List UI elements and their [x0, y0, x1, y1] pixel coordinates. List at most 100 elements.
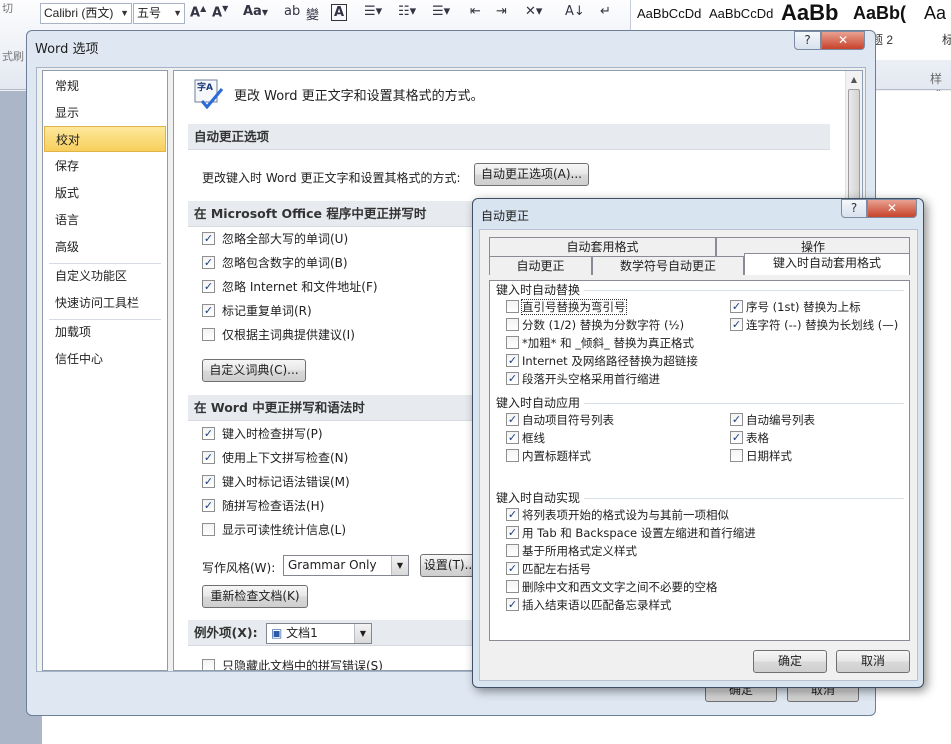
change-case-icon[interactable]: Aa▼ [243, 4, 268, 19]
option-checkbox-row[interactable]: 日期样式 [730, 448, 792, 466]
option-checkbox-row[interactable]: 基于所用格式定义样式 [506, 543, 637, 561]
option-checkbox-row[interactable]: *加粗* 和 _倾斜_ 替换为真正格式 [506, 335, 694, 353]
option-checkbox-row[interactable]: ✓ 插入结束语以匹配备忘录样式 [506, 597, 672, 615]
checked-checkbox[interactable]: ✓ [202, 475, 215, 488]
unchecked-checkbox[interactable] [202, 523, 215, 536]
checked-checkbox[interactable]: ✓ [202, 280, 215, 293]
checkbox-box[interactable] [202, 659, 215, 670]
unchecked-checkbox[interactable] [506, 449, 519, 462]
nav-item-trust-center[interactable]: 信任中心 [44, 346, 166, 372]
pinyin-icon[interactable]: ab [284, 4, 300, 19]
unchecked-checkbox[interactable] [506, 318, 519, 331]
option-checkbox-row[interactable]: 分数 (1/2) 替换为分数字符 (½) [506, 317, 684, 335]
style-title[interactable]: Aa [924, 3, 951, 24]
checked-checkbox[interactable]: ✓ [202, 232, 215, 245]
cancel-button[interactable]: 取消 [836, 650, 910, 673]
nav-item-save[interactable]: 保存 [44, 153, 166, 179]
sort-icon[interactable]: A↓ [565, 4, 585, 19]
option-checkbox-row[interactable]: ✓ 用 Tab 和 Backspace 设置左缩进和首行缩进 [506, 525, 756, 543]
clear-format-icon[interactable]: 變 [306, 4, 319, 23]
option-checkbox-row[interactable]: ✓ 随拼写检查语法(H) [202, 497, 324, 515]
unchecked-checkbox[interactable] [506, 580, 519, 593]
numbering-icon[interactable]: ☷▾ [398, 4, 416, 19]
ok-button[interactable]: 确定 [753, 650, 827, 673]
chevron-down-icon[interactable]: ▼ [173, 4, 182, 23]
option-checkbox-row[interactable]: ✓ 连字符 (--) 替换为长划线 (—) [730, 317, 898, 335]
shrink-font-icon[interactable]: A▼ [212, 4, 228, 20]
style-heading-2[interactable]: AaBb( [853, 3, 913, 24]
checked-checkbox[interactable]: ✓ [202, 304, 215, 317]
chinese-layout-icon[interactable]: ✕▾ [525, 4, 542, 19]
checked-checkbox[interactable]: ✓ [202, 499, 215, 512]
nav-item-addins[interactable]: 加载项 [44, 319, 166, 345]
unchecked-checkbox[interactable] [506, 544, 519, 557]
style-heading-1[interactable]: AaBb [781, 0, 841, 26]
style-no-spacing[interactable]: AaBbCcDd [709, 6, 773, 21]
unchecked-checkbox[interactable] [730, 449, 743, 462]
checked-checkbox[interactable]: ✓ [202, 256, 215, 269]
option-checkbox-row[interactable]: ✓ 忽略包含数字的单词(B) [202, 254, 348, 272]
option-checkbox-row[interactable]: ✓ 自动编号列表 [730, 412, 815, 430]
option-checkbox-row[interactable]: ✓ 忽略全部大写的单词(U) [202, 230, 348, 248]
nav-item-quick-access[interactable]: 快速访问工具栏 [44, 290, 166, 316]
checked-checkbox[interactable]: ✓ [202, 451, 215, 464]
settings-button[interactable]: 设置(T)... [420, 554, 480, 577]
option-checkbox-row[interactable]: ✓ 段落开头空格采用首行缩进 [506, 371, 660, 389]
checked-checkbox[interactable]: ✓ [506, 562, 519, 575]
show-marks-icon[interactable]: ↵ [600, 4, 611, 19]
option-checkbox-row[interactable]: ✓ 自动项目符号列表 [506, 412, 614, 430]
checked-checkbox[interactable]: ✓ [730, 318, 743, 331]
help-button[interactable]: ? [794, 31, 821, 50]
option-checkbox-row[interactable]: ✓ Internet 及网络路径替换为超链接 [506, 353, 698, 371]
option-checkbox-row[interactable]: 仅根据主词典提供建议(I) [202, 326, 355, 344]
option-checkbox-row[interactable]: 直引号替换为弯引号 [506, 299, 627, 317]
checked-checkbox[interactable]: ✓ [506, 526, 519, 539]
bullets-icon[interactable]: ☰▾ [364, 4, 382, 19]
unchecked-checkbox[interactable] [506, 336, 519, 349]
chevron-down-icon[interactable]: ▼ [391, 556, 408, 575]
close-button[interactable]: ✕ [867, 199, 917, 218]
checked-checkbox[interactable]: ✓ [506, 508, 519, 521]
writing-style-select[interactable]: Grammar Only ▼ [283, 555, 409, 576]
checked-checkbox[interactable]: ✓ [506, 354, 519, 367]
scroll-up-icon[interactable]: ▲ [846, 71, 862, 88]
format-painter-label[interactable]: 式刷 [2, 48, 24, 64]
multilevel-list-icon[interactable]: ☰▾ [432, 4, 450, 19]
nav-item-customize-ribbon[interactable]: 自定义功能区 [44, 263, 166, 289]
custom-dictionaries-button[interactable]: 自定义词典(C)... [202, 359, 306, 382]
option-checkbox-row[interactable]: 内置标题样式 [506, 448, 591, 466]
checked-checkbox[interactable]: ✓ [730, 413, 743, 426]
tab-autoformat-as-you-type[interactable]: 键入时自动套用格式 [744, 253, 910, 275]
nav-item-advanced[interactable]: 高级 [44, 234, 166, 260]
checked-checkbox[interactable]: ✓ [730, 431, 743, 444]
option-checkbox-row[interactable]: ✓ 表格 [730, 430, 769, 448]
option-checkbox-row[interactable]: ✓ 标记重复单词(R) [202, 302, 312, 320]
option-checkbox-row[interactable]: ✓ 忽略 Internet 和文件地址(F) [202, 278, 378, 296]
checked-checkbox[interactable]: ✓ [202, 427, 215, 440]
style-normal[interactable]: AaBbCcDd [637, 6, 701, 21]
chevron-down-icon[interactable]: ▼ [120, 4, 129, 23]
recheck-document-button[interactable]: 重新检查文档(K) [202, 585, 308, 608]
increase-indent-icon[interactable]: ⇥ [496, 4, 507, 19]
option-checkbox-row[interactable]: ✓ 匹配左右括号 [506, 561, 591, 579]
exceptions-select[interactable]: ▣ 文档1 ▼ [266, 623, 372, 644]
tab-autoformat[interactable]: 自动套用格式 [489, 237, 716, 256]
help-button[interactable]: ? [841, 199, 867, 218]
option-checkbox-row[interactable]: ✓ 框线 [506, 430, 545, 448]
tab-math-autocorrect[interactable]: 数学符号自动更正 [592, 256, 744, 275]
checked-checkbox[interactable]: ✓ [506, 372, 519, 385]
char-border-icon[interactable]: A [331, 4, 348, 21]
decrease-indent-icon[interactable]: ⇤ [470, 4, 481, 19]
option-checkbox-row[interactable]: ✓ 键入时标记语法错误(M) [202, 473, 350, 491]
autocorrect-options-button[interactable]: 自动更正选项(A)... [474, 163, 589, 186]
font-size-combo[interactable]: 五号 ▼ [133, 3, 185, 24]
nav-item-general[interactable]: 常规 [44, 73, 166, 99]
nav-item-proofing[interactable]: 校对 [44, 126, 166, 152]
nav-item-layout[interactable]: 版式 [44, 180, 166, 206]
option-checkbox-row[interactable]: 删除中文和西文文字之间不必要的空格 [506, 579, 718, 597]
checked-checkbox[interactable]: ✓ [506, 413, 519, 426]
close-button[interactable]: ✕ [821, 31, 865, 50]
hide-spelling-errors-checkbox[interactable]: 只隐藏此文档中的拼写错误(S) [202, 657, 383, 670]
cut-label[interactable]: 切 [2, 0, 13, 16]
tab-autocorrect[interactable]: 自动更正 [489, 256, 592, 275]
